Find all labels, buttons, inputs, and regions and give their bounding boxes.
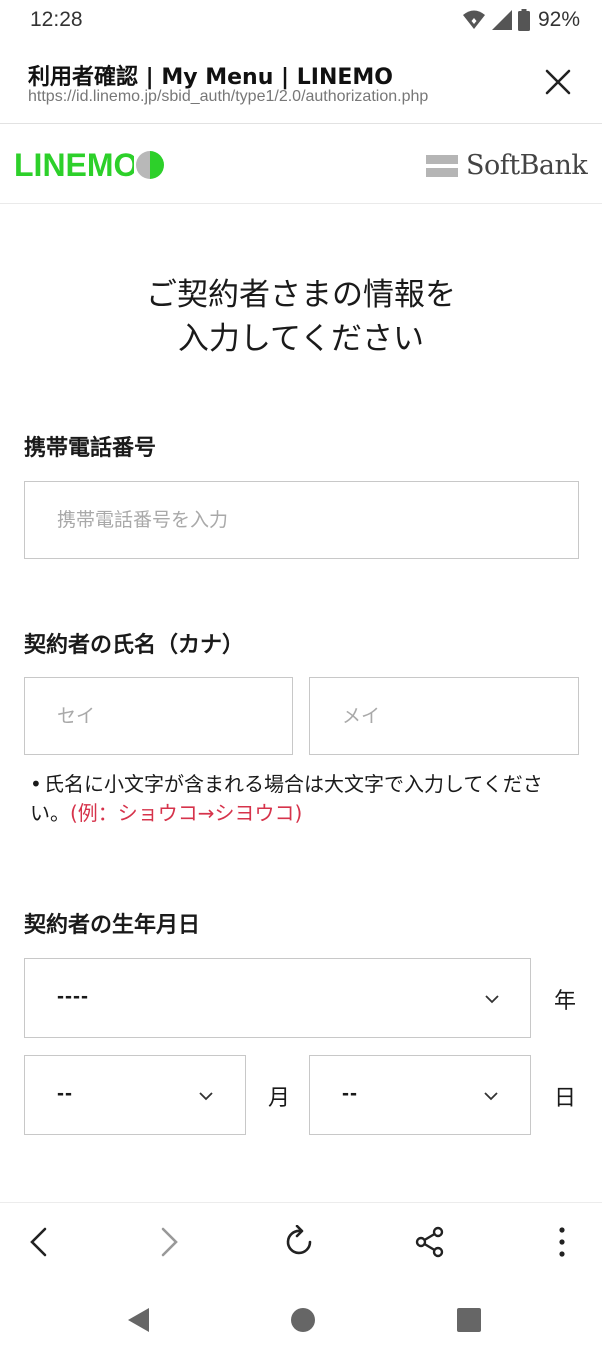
note-example: (例：ショウコ→シヨウコ) bbox=[70, 801, 303, 825]
status-bar: 12:28 92% bbox=[0, 0, 602, 42]
custom-tab-header: 利用者確認 | My Menu | LINEMO https://id.line… bbox=[0, 42, 602, 124]
chevron-down-icon bbox=[199, 1092, 213, 1101]
nav-home-button[interactable] bbox=[285, 1302, 321, 1338]
form-heading-line1: ご契約者さまの情報を bbox=[146, 277, 456, 313]
close-icon[interactable] bbox=[540, 64, 576, 100]
system-nav-bar bbox=[0, 1280, 602, 1356]
year-select[interactable]: ---- bbox=[24, 958, 531, 1038]
chevron-down-icon bbox=[485, 995, 499, 1004]
sei-input[interactable] bbox=[24, 677, 293, 755]
wifi-icon bbox=[462, 10, 485, 29]
note-bullet: • bbox=[30, 772, 42, 796]
softbank-logo-text: SoftBank bbox=[466, 149, 588, 181]
softbank-bars-icon bbox=[426, 152, 458, 178]
forward-button[interactable] bbox=[148, 1221, 190, 1263]
phone-label: 携帯電話番号 bbox=[24, 436, 157, 461]
birthdate-label: 契約者の生年月日 bbox=[24, 913, 201, 938]
page-title: 利用者確認 | My Menu | LINEMO bbox=[28, 65, 393, 90]
battery-percent: 92% bbox=[537, 8, 580, 31]
status-icons: 92% bbox=[462, 8, 580, 32]
softbank-logo[interactable]: SoftBank bbox=[426, 146, 596, 184]
year-select-value: ---- bbox=[57, 985, 89, 1008]
signal-icon bbox=[491, 10, 512, 30]
linemo-logo[interactable]: LINEMO bbox=[14, 146, 164, 184]
form-heading-line2: 入力してください bbox=[177, 321, 425, 357]
site-header: LINEMO SoftBank bbox=[0, 124, 602, 204]
mei-input[interactable] bbox=[309, 677, 579, 755]
form-heading: ご契約者さまの情報を 入力してください bbox=[0, 273, 602, 361]
day-select[interactable]: -- bbox=[309, 1055, 531, 1135]
nav-recents-button[interactable] bbox=[451, 1302, 487, 1338]
month-select-value: -- bbox=[57, 1082, 73, 1105]
day-select-value: -- bbox=[342, 1082, 358, 1105]
phone-input[interactable] bbox=[24, 481, 579, 559]
day-unit: 日 bbox=[554, 1086, 577, 1111]
back-button[interactable] bbox=[18, 1221, 60, 1263]
year-unit: 年 bbox=[554, 989, 577, 1014]
more-icon bbox=[559, 1227, 565, 1257]
name-kana-label: 契約者の氏名（カナ） bbox=[24, 633, 245, 658]
forward-icon bbox=[161, 1227, 178, 1257]
status-time: 12:28 bbox=[30, 8, 83, 31]
battery-icon bbox=[517, 9, 530, 31]
browser-toolbar bbox=[0, 1202, 602, 1280]
month-unit: 月 bbox=[268, 1086, 291, 1111]
linemo-logo-text: LINEMO bbox=[14, 147, 138, 183]
nav-back-icon bbox=[128, 1308, 149, 1332]
name-kana-note: • 氏名に小文字が含まれる場合は大文字で入力してください。(例：ショウコ→シヨウコ… bbox=[30, 770, 582, 828]
reload-button[interactable] bbox=[279, 1221, 321, 1263]
nav-back-button[interactable] bbox=[120, 1302, 156, 1338]
nav-home-icon bbox=[291, 1308, 315, 1332]
reload-icon bbox=[286, 1225, 312, 1255]
page-url: https://id.linemo.jp/sbid_auth/type1/2.0… bbox=[28, 88, 429, 105]
share-button[interactable] bbox=[409, 1221, 451, 1263]
share-icon bbox=[415, 1226, 444, 1258]
back-icon bbox=[30, 1227, 47, 1257]
month-select[interactable]: -- bbox=[24, 1055, 246, 1135]
nav-recents-icon bbox=[457, 1308, 481, 1332]
more-button[interactable] bbox=[541, 1221, 583, 1263]
chevron-down-icon bbox=[484, 1092, 498, 1101]
